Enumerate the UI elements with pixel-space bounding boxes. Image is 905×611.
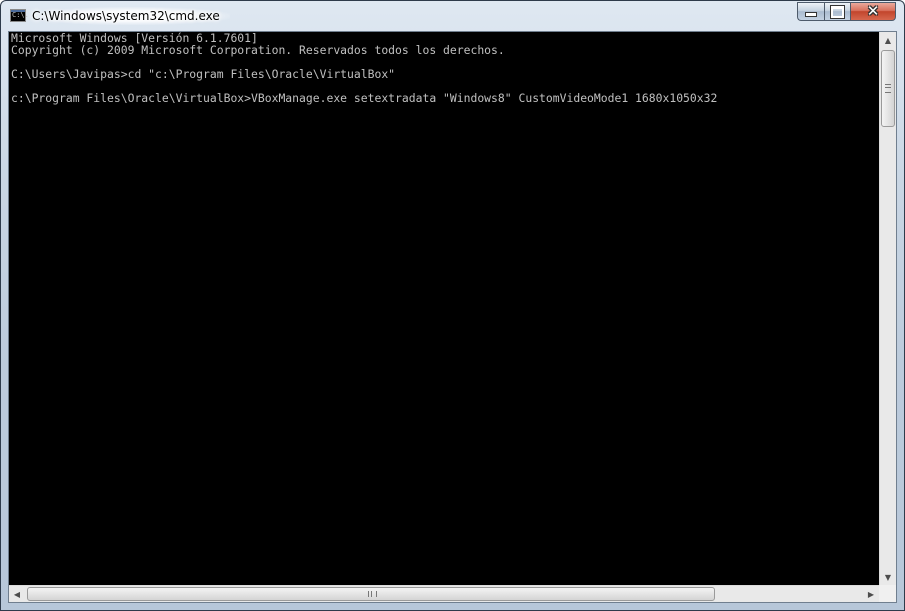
cmd-icon[interactable]: C:\. [10,9,29,22]
vertical-scrollbar[interactable]: ▲ ▼ [879,32,896,585]
maximize-button[interactable] [824,2,850,21]
console-output[interactable]: Microsoft Windows [Versión 6.1.7601] Copy… [9,32,879,585]
window-title: C:\Windows\system32\cmd.exe [32,7,230,25]
grip-icon [368,591,377,597]
cmd-window: C:\. C:\Windows\system32\cmd.exe ✕ Micro… [0,0,905,611]
horizontal-scrollbar[interactable]: ◀ ▶ [9,585,879,602]
scroll-left-arrow-icon[interactable]: ◀ [9,586,25,602]
minimize-button[interactable] [797,2,824,21]
console-line: Copyright (c) 2009 Microsoft Corporation… [11,43,505,57]
close-button[interactable]: ✕ [850,2,896,21]
minimize-icon [805,12,817,17]
scroll-down-arrow-icon[interactable]: ▼ [880,569,896,585]
scrollbar-corner [879,585,896,602]
console-line: c:\Program Files\Oracle\VirtualBox>VBoxM… [11,91,718,105]
maximize-icon [830,4,845,19]
close-icon: ✕ [866,2,880,20]
scroll-right-arrow-icon[interactable]: ▶ [863,586,879,602]
console-client-area: Microsoft Windows [Versión 6.1.7601] Copy… [8,31,897,603]
caption-buttons: ✕ [797,2,896,21]
vertical-scroll-thumb[interactable] [881,50,895,127]
scroll-up-arrow-icon[interactable]: ▲ [880,32,896,48]
horizontal-scroll-thumb[interactable] [27,587,715,601]
console-line: C:\Users\Javipas>cd "c:\Program Files\Or… [11,67,396,81]
console-text: Microsoft Windows [Versión 6.1.7601] Copy… [11,32,717,104]
grip-icon [885,84,891,93]
title-bar[interactable]: C:\. C:\Windows\system32\cmd.exe ✕ [1,1,904,31]
